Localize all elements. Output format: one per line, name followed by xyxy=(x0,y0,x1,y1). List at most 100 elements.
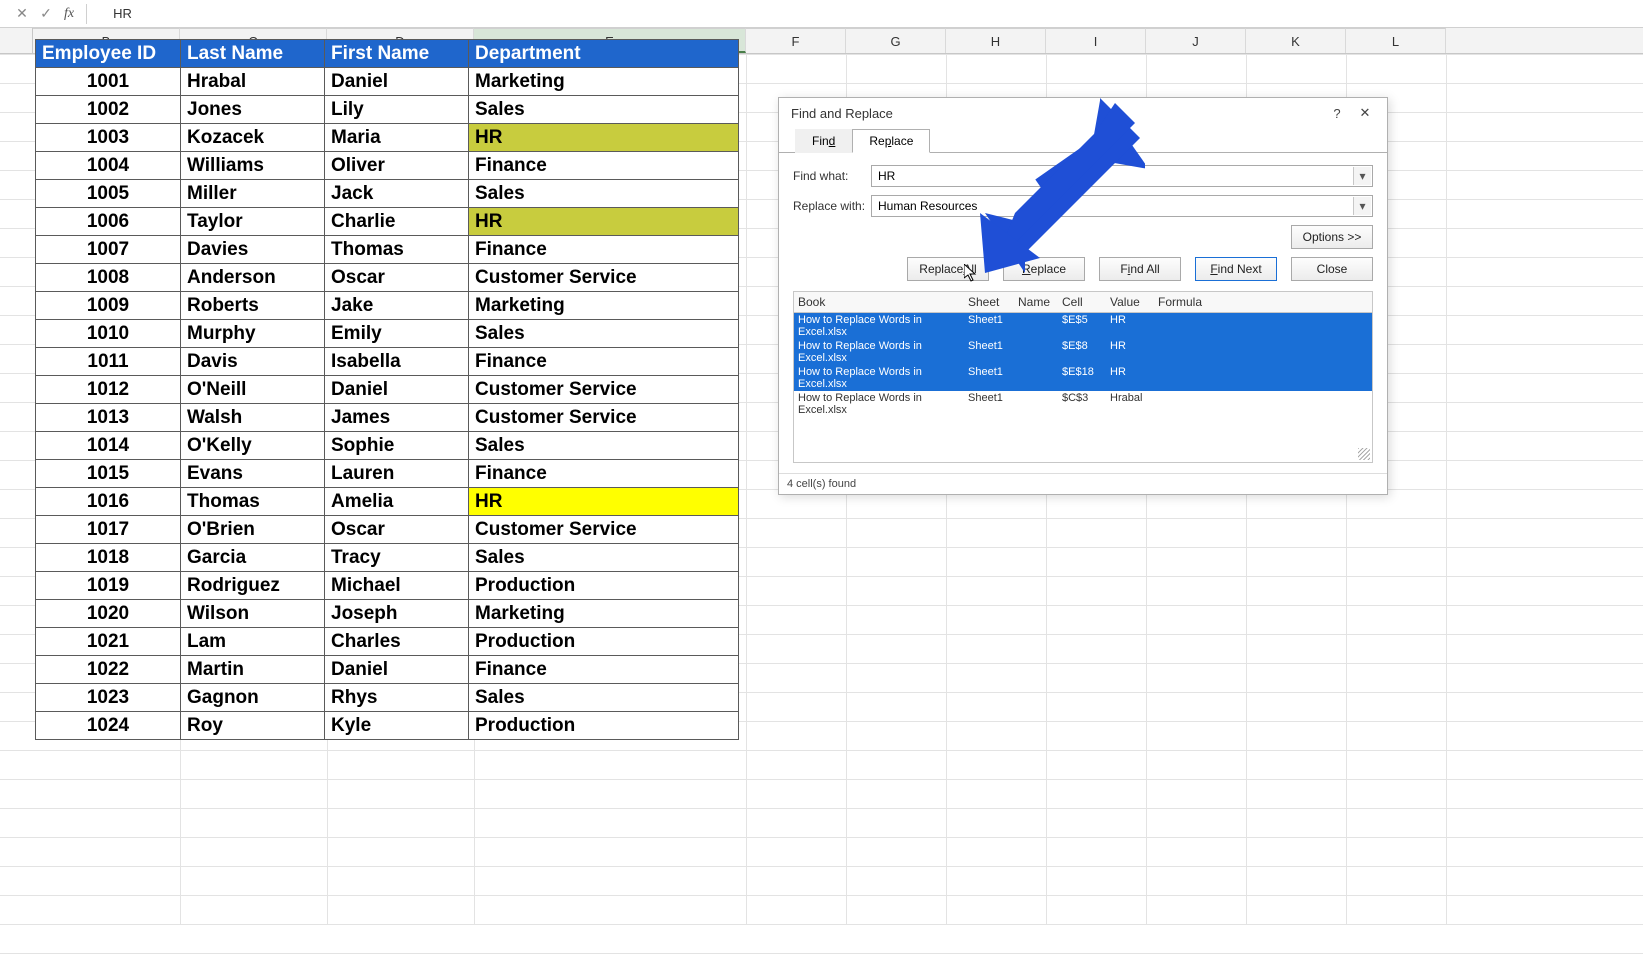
cell[interactable]: Jack xyxy=(325,180,469,208)
cell[interactable]: Oliver xyxy=(325,152,469,180)
column-header-J[interactable]: J xyxy=(1146,28,1246,53)
cell[interactable]: Charlie xyxy=(325,208,469,236)
cell[interactable]: 1005 xyxy=(36,180,181,208)
cell[interactable]: Sales xyxy=(469,180,739,208)
cell[interactable]: Gagnon xyxy=(181,684,325,712)
col-sheet[interactable]: Sheet xyxy=(964,294,1014,310)
cell[interactable]: Thomas xyxy=(181,488,325,516)
cell[interactable]: 1023 xyxy=(36,684,181,712)
cell[interactable]: Maria xyxy=(325,124,469,152)
cell[interactable]: Miller xyxy=(181,180,325,208)
table-row[interactable]: 1013WalshJamesCustomer Service xyxy=(36,404,739,432)
table-row[interactable]: 1010MurphyEmilySales xyxy=(36,320,739,348)
table-header[interactable]: Last Name xyxy=(181,40,325,68)
table-row[interactable]: 1023GagnonRhysSales xyxy=(36,684,739,712)
col-formula[interactable]: Formula xyxy=(1154,294,1372,310)
cell[interactable]: Oscar xyxy=(325,516,469,544)
cell[interactable]: Lily xyxy=(325,96,469,124)
table-row[interactable]: 1006TaylorCharlieHR xyxy=(36,208,739,236)
cell[interactable]: Marketing xyxy=(469,600,739,628)
close-icon[interactable]: ✕ xyxy=(1351,101,1379,125)
table-row[interactable]: 1018GarciaTracySales xyxy=(36,544,739,572)
cell[interactable]: Rhys xyxy=(325,684,469,712)
cell[interactable]: Roberts xyxy=(181,292,325,320)
cell[interactable]: Production xyxy=(469,712,739,740)
cell[interactable]: Sales xyxy=(469,96,739,124)
cell[interactable]: 1024 xyxy=(36,712,181,740)
results-list[interactable]: Book Sheet Name Cell Value Formula How t… xyxy=(793,291,1373,463)
formula-input[interactable]: HR xyxy=(93,6,132,21)
table-row[interactable]: 1012O'NeillDanielCustomer Service xyxy=(36,376,739,404)
table-row[interactable]: 1008AndersonOscarCustomer Service xyxy=(36,264,739,292)
cell[interactable]: Thomas xyxy=(325,236,469,264)
resize-grip-icon[interactable] xyxy=(1358,448,1370,460)
cell[interactable]: Rodriguez xyxy=(181,572,325,600)
column-header-I[interactable]: I xyxy=(1046,28,1146,53)
cell[interactable]: Lam xyxy=(181,628,325,656)
cell[interactable]: Tracy xyxy=(325,544,469,572)
cell[interactable]: Jake xyxy=(325,292,469,320)
cell[interactable]: 1009 xyxy=(36,292,181,320)
table-row[interactable]: 1003KozacekMariaHR xyxy=(36,124,739,152)
table-row[interactable]: 1005MillerJackSales xyxy=(36,180,739,208)
cell[interactable]: James xyxy=(325,404,469,432)
cell[interactable]: O'Neill xyxy=(181,376,325,404)
cancel-icon[interactable]: ✕ xyxy=(10,3,34,25)
cell[interactable]: Finance xyxy=(469,656,739,684)
help-icon[interactable]: ? xyxy=(1323,101,1351,125)
cell[interactable]: Amelia xyxy=(325,488,469,516)
dropdown-icon[interactable]: ▾ xyxy=(1353,197,1371,215)
table-row[interactable]: 1009RobertsJakeMarketing xyxy=(36,292,739,320)
cell[interactable]: 1006 xyxy=(36,208,181,236)
table-row[interactable]: 1015EvansLaurenFinance xyxy=(36,460,739,488)
cell[interactable]: Taylor xyxy=(181,208,325,236)
column-header-L[interactable]: L xyxy=(1346,28,1446,53)
table-row[interactable]: 1020WilsonJosephMarketing xyxy=(36,600,739,628)
col-book[interactable]: Book xyxy=(794,294,964,310)
replace-button[interactable]: Replace xyxy=(1003,257,1085,281)
dialog-titlebar[interactable]: Find and Replace ? ✕ xyxy=(779,98,1387,128)
replace-all-button[interactable]: Replace All xyxy=(907,257,989,281)
cell[interactable]: Roy xyxy=(181,712,325,740)
table-header[interactable]: Department xyxy=(469,40,739,68)
cell[interactable]: 1002 xyxy=(36,96,181,124)
table-header[interactable]: Employee ID xyxy=(36,40,181,68)
table-row[interactable]: 1019RodriguezMichaelProduction xyxy=(36,572,739,600)
cell[interactable]: Davis xyxy=(181,348,325,376)
cell[interactable]: Anderson xyxy=(181,264,325,292)
col-value[interactable]: Value xyxy=(1106,294,1154,310)
cell[interactable]: Joseph xyxy=(325,600,469,628)
col-name[interactable]: Name xyxy=(1014,294,1058,310)
cell[interactable]: 1015 xyxy=(36,460,181,488)
cell[interactable]: Sales xyxy=(469,320,739,348)
cell[interactable]: Hrabal xyxy=(181,68,325,96)
cell[interactable]: Sales xyxy=(469,684,739,712)
cell[interactable]: Walsh xyxy=(181,404,325,432)
cell[interactable]: Davies xyxy=(181,236,325,264)
cell[interactable]: 1016 xyxy=(36,488,181,516)
find-next-button[interactable]: Find Next xyxy=(1195,257,1277,281)
table-row[interactable]: 1011DavisIsabellaFinance xyxy=(36,348,739,376)
result-row[interactable]: How to Replace Words in Excel.xlsxSheet1… xyxy=(794,313,1372,339)
cell[interactable]: Production xyxy=(469,628,739,656)
result-row[interactable]: How to Replace Words in Excel.xlsxSheet1… xyxy=(794,339,1372,365)
cell[interactable]: HR xyxy=(469,488,739,516)
table-row[interactable]: 1001HrabalDanielMarketing xyxy=(36,68,739,96)
tab-replace[interactable]: Replace xyxy=(852,129,930,153)
cell[interactable]: Customer Service xyxy=(469,376,739,404)
cell[interactable]: 1003 xyxy=(36,124,181,152)
cell[interactable]: Murphy xyxy=(181,320,325,348)
cell[interactable]: Charles xyxy=(325,628,469,656)
column-header-F[interactable]: F xyxy=(746,28,846,53)
cell[interactable]: 1022 xyxy=(36,656,181,684)
replace-with-input[interactable]: Human Resources ▾ xyxy=(871,195,1373,217)
cell[interactable]: Sophie xyxy=(325,432,469,460)
cell[interactable]: Evans xyxy=(181,460,325,488)
cell[interactable]: O'Kelly xyxy=(181,432,325,460)
cell[interactable]: Kyle xyxy=(325,712,469,740)
cell[interactable]: 1020 xyxy=(36,600,181,628)
dropdown-icon[interactable]: ▾ xyxy=(1353,167,1371,185)
cell[interactable]: Williams xyxy=(181,152,325,180)
cell[interactable]: Finance xyxy=(469,152,739,180)
cell[interactable]: Daniel xyxy=(325,68,469,96)
